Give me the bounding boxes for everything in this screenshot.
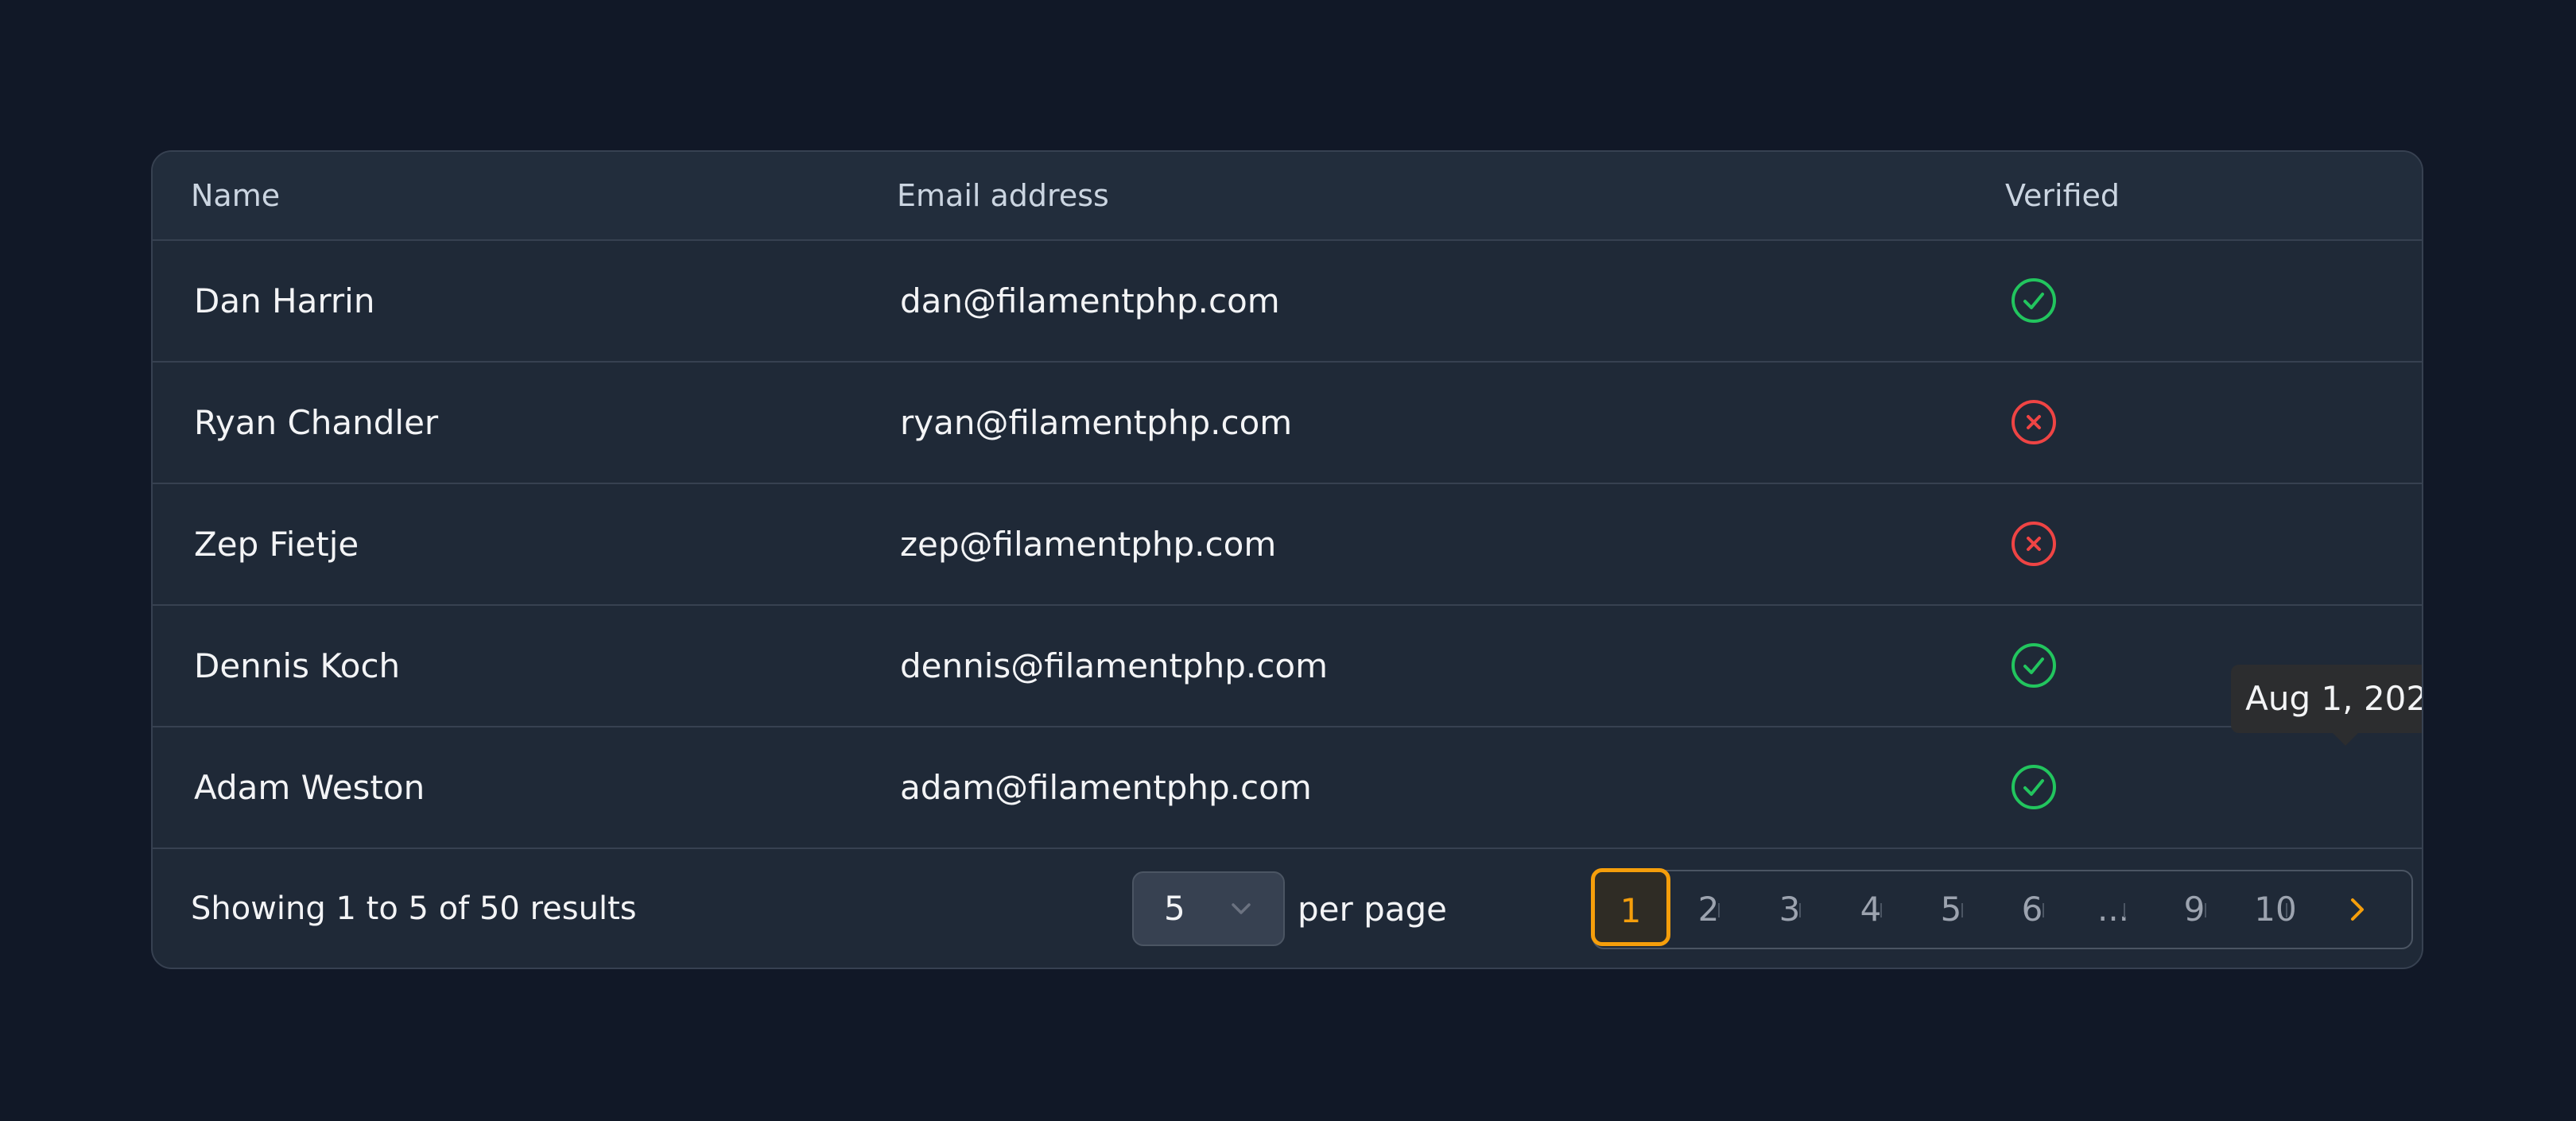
column-header-email[interactable]: Email address	[897, 152, 1109, 239]
results-summary: Showing 1 to 5 of 50 results	[191, 890, 637, 927]
table-row[interactable]: Zep Fietje zep@filamentphp.com	[153, 484, 2422, 606]
page-separator	[1961, 903, 1963, 917]
column-header-verified[interactable]: Verified	[2005, 152, 2120, 239]
cell-email: zep@filamentphp.com	[900, 525, 1277, 564]
cell-name: Dan Harrin	[194, 281, 375, 320]
page-button-3[interactable]: 3	[1762, 871, 1818, 948]
check-circle-icon	[2010, 763, 2058, 811]
cell-name: Ryan Chandler	[194, 403, 439, 442]
table-row[interactable]: Ryan Chandler ryan@filamentphp.com	[153, 363, 2422, 484]
cell-email: dennis@filamentphp.com	[900, 646, 1328, 685]
per-page-value: 5	[1164, 889, 1185, 928]
page-button-10[interactable]: 10	[2248, 871, 2303, 948]
table-header: Name Email address Verified	[153, 152, 2422, 241]
page-separator	[1718, 903, 1720, 917]
users-table: Name Email address Verified Dan Harrin d…	[151, 150, 2423, 969]
chevron-down-icon	[1228, 895, 1255, 922]
page-separator	[2124, 903, 2125, 917]
page-button-1[interactable]: 1	[1591, 868, 1670, 946]
verified-date-tooltip: Aug 1, 2023	[2231, 665, 2422, 733]
page-separator	[2205, 903, 2206, 917]
chevron-right-icon[interactable]	[2343, 895, 2372, 924]
page-button-4[interactable]: 4	[1843, 871, 1899, 948]
cell-name: Zep Fietje	[194, 525, 359, 564]
cell-name: Dennis Koch	[194, 646, 401, 685]
table-row[interactable]: Dan Harrin dan@filamentphp.com	[153, 241, 2422, 363]
x-circle-icon[interactable]	[2010, 520, 2058, 568]
cell-name: Adam Weston	[194, 768, 425, 807]
page-button-2[interactable]: 2	[1681, 871, 1736, 948]
check-circle-icon	[2010, 642, 2058, 689]
page-separator	[2043, 903, 2044, 917]
cell-email: dan@filamentphp.com	[900, 281, 1280, 320]
column-header-name[interactable]: Name	[191, 152, 280, 239]
tooltip-arrow	[2333, 733, 2358, 746]
page-separator	[1880, 903, 1882, 917]
cell-email: ryan@filamentphp.com	[900, 403, 1293, 442]
page-separator	[2286, 903, 2287, 917]
pagination: 1 2 3 4 5 6 ... 9 10	[1591, 868, 2413, 949]
cell-email: adam@filamentphp.com	[900, 768, 1312, 807]
x-circle-icon	[2010, 398, 2058, 446]
table-row[interactable]: Dennis Koch dennis@filamentphp.com	[153, 606, 2422, 727]
table-row[interactable]: Adam Weston adam@filamentphp.com	[153, 727, 2422, 849]
check-circle-icon	[2010, 277, 2058, 324]
page-button-5[interactable]: 5	[1923, 871, 1979, 948]
per-page-select[interactable]: 5	[1132, 871, 1285, 946]
page-separator	[1799, 903, 1801, 917]
per-page-label: per page	[1298, 890, 1448, 929]
table-footer: Showing 1 to 5 of 50 results 5 per page …	[153, 849, 2422, 968]
page-ellipsis: ...	[2097, 890, 2130, 929]
page-button-9[interactable]: 9	[2167, 871, 2222, 948]
page-button-6[interactable]: 6	[2004, 871, 2060, 948]
